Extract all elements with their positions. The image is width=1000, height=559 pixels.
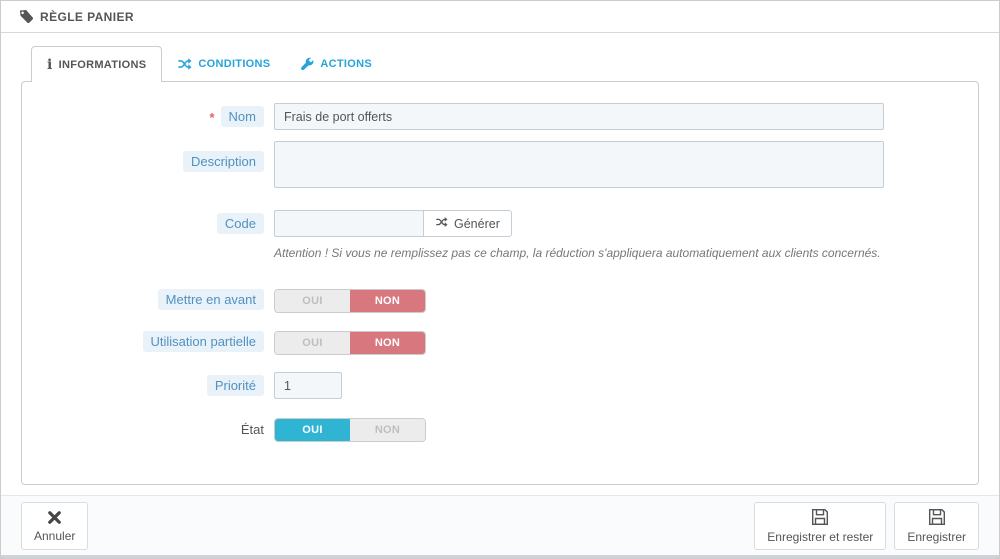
tab-actions[interactable]: ACTIONS	[285, 46, 387, 82]
close-icon	[46, 509, 63, 526]
tab-bar: i INFORMATIONS CONDITIONS ACTIONS	[31, 46, 999, 82]
description-row: Description	[22, 141, 978, 191]
tab-informations[interactable]: i INFORMATIONS	[31, 46, 163, 82]
highlight-option-no[interactable]: NON	[350, 290, 425, 312]
description-input[interactable]	[274, 141, 884, 188]
footer-actions: Enregistrer et rester Enregistrer	[754, 501, 979, 550]
save-and-stay-button[interactable]: Enregistrer et rester	[754, 501, 887, 550]
partial-use-label: Utilisation partielle	[142, 331, 264, 352]
highlight-label: Mettre en avant	[157, 289, 264, 310]
name-label: Nom	[220, 106, 264, 127]
highlight-option-yes[interactable]: OUI	[275, 290, 350, 312]
priority-input[interactable]	[274, 372, 342, 399]
status-label: État	[240, 422, 264, 437]
description-label: Description	[182, 151, 264, 172]
highlight-toggle[interactable]: OUI NON	[274, 289, 426, 313]
tab-conditions-label: CONDITIONS	[198, 58, 271, 70]
required-mark: *	[209, 110, 215, 125]
name-row: * Nom	[22, 103, 978, 130]
tab-conditions[interactable]: CONDITIONS	[162, 46, 285, 82]
info-icon: i	[47, 56, 53, 73]
tab-informations-label: INFORMATIONS	[58, 58, 147, 71]
save-button[interactable]: Enregistrer	[894, 501, 979, 550]
generate-code-button[interactable]: Générer	[423, 210, 512, 237]
shuffle-icon	[177, 57, 192, 71]
panel-header: RÈGLE PANIER	[1, 1, 999, 33]
code-help-text: Attention ! Si vous ne remplissez pas ce…	[274, 246, 881, 260]
cart-rule-panel: RÈGLE PANIER i INFORMATIONS CONDITIONS A…	[0, 0, 1000, 559]
partial-use-toggle[interactable]: OUI NON	[274, 331, 426, 355]
code-row: Code Générer Attention ! Si vous ne remp…	[22, 210, 978, 260]
partial-use-row: Utilisation partielle OUI NON	[22, 331, 978, 355]
save-button-label: Enregistrer	[907, 530, 966, 544]
save-icon	[810, 507, 830, 527]
tag-icon	[19, 9, 34, 24]
cancel-button-label: Annuler	[34, 528, 76, 543]
form-footer: Annuler Enregistrer et rester Enregistre…	[1, 495, 999, 558]
name-input[interactable]	[274, 103, 884, 130]
priority-row: Priorité	[22, 372, 978, 399]
status-row: État OUI NON	[22, 418, 978, 442]
priority-label: Priorité	[206, 375, 264, 396]
status-option-no[interactable]: NON	[350, 419, 425, 441]
cancel-button[interactable]: Annuler	[21, 501, 89, 550]
tab-actions-label: ACTIONS	[320, 58, 373, 70]
status-toggle[interactable]: OUI NON	[274, 418, 426, 442]
partial-use-option-yes[interactable]: OUI	[275, 332, 350, 354]
shuffle-icon	[435, 216, 448, 231]
page-title: RÈGLE PANIER	[40, 9, 134, 24]
save-and-stay-label: Enregistrer et rester	[767, 530, 874, 544]
partial-use-option-no[interactable]: NON	[350, 332, 425, 354]
save-icon	[927, 507, 947, 527]
status-option-yes[interactable]: OUI	[275, 419, 350, 441]
code-input[interactable]	[274, 210, 424, 237]
informations-form: * Nom Description Code	[21, 81, 979, 485]
highlight-row: Mettre en avant OUI NON	[22, 289, 978, 313]
wrench-icon	[300, 57, 314, 71]
code-label: Code	[216, 213, 264, 234]
generate-code-label: Générer	[454, 216, 500, 231]
